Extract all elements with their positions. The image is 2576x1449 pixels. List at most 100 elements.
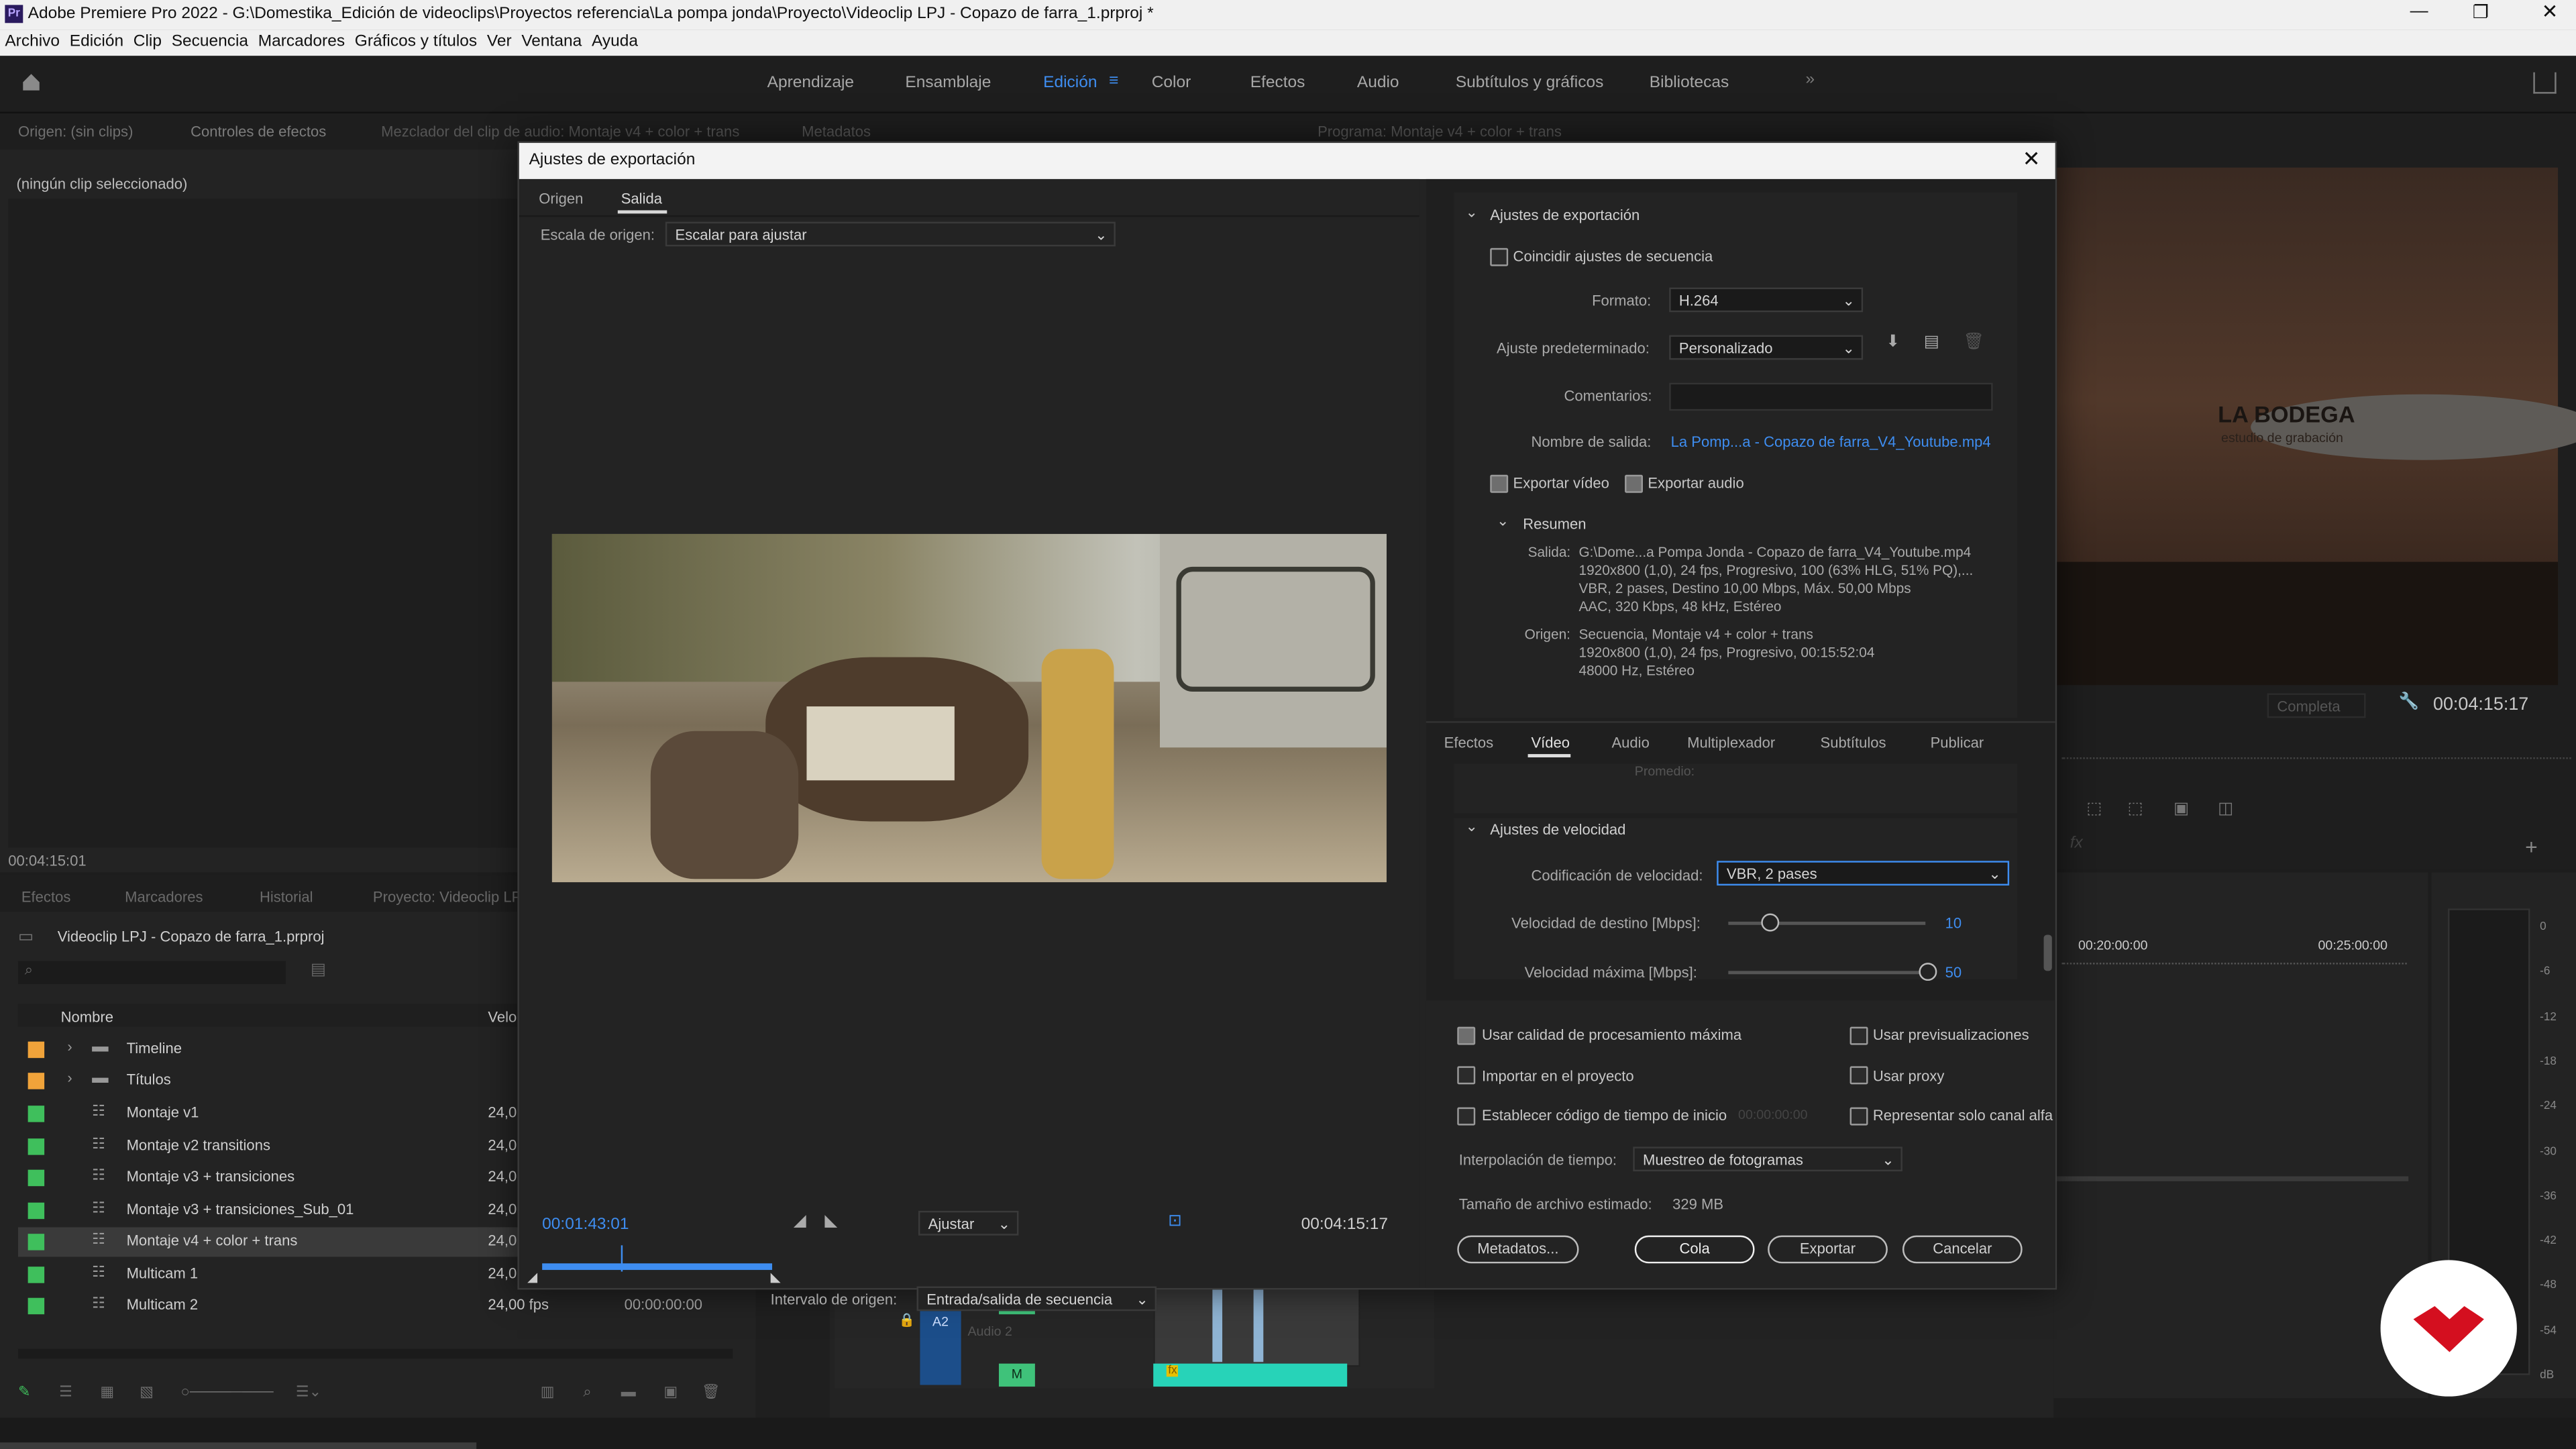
comments-field[interactable] [1669,382,1993,411]
tab-program[interactable]: Programa: Montaje v4 + color + trans [1318,123,1562,140]
range-dropdown[interactable]: Entrada/salida de secuencia ⌄ [916,1286,1157,1311]
audio-clip-2[interactable]: fx [1153,1363,1348,1387]
menu-archivo[interactable]: Archivo [5,33,60,51]
proxy-checkbox[interactable] [1849,1066,1868,1085]
mute-button-2[interactable]: M [998,1363,1035,1387]
tab-salida[interactable]: Salida [621,191,662,207]
mark-in-icon[interactable]: ◢ [794,1212,806,1230]
bitrate-collapse-icon[interactable]: ⌄ [1466,818,1478,837]
settings-scrollbar[interactable] [2043,934,2052,971]
bitrate-encoding-dropdown[interactable]: VBR, 2 pases ⌄ [1717,861,2010,886]
subtab-video[interactable]: Vídeo [1531,735,1570,751]
cancel-button[interactable]: Cancelar [1902,1235,2023,1264]
tab-effects[interactable]: Efectos [21,889,71,905]
menu-marcadores[interactable]: Marcadores [258,33,345,51]
export-video-checkbox[interactable] [1490,474,1509,493]
label-color-swatch[interactable] [28,1106,45,1122]
queue-button[interactable]: Cola [1634,1235,1755,1264]
label-color-swatch[interactable] [28,1169,45,1187]
interp-dropdown[interactable]: Muestreo de fotogramas ⌄ [1633,1146,1902,1172]
col-rate-header[interactable]: Velo [488,1009,517,1025]
maximize-icon[interactable]: ❐ [2473,1,2489,23]
metadata-button[interactable]: Metadatos... [1457,1235,1579,1264]
new-folder-icon[interactable]: ▬ [621,1383,636,1399]
dialog-close-icon[interactable]: ✕ [2023,146,2041,172]
home-icon[interactable] [19,70,42,93]
settings-wrench-icon[interactable]: 🔧 [2399,693,2419,711]
project-search-input[interactable] [17,961,286,984]
icon-view-icon[interactable]: ▦ [100,1383,114,1401]
import-preset-icon[interactable]: ▤ [1924,333,1939,352]
find-icon[interactable]: ⌕ [583,1383,591,1401]
mark-out-icon[interactable]: ◣ [824,1212,837,1230]
sort-icon[interactable]: ☰⌄ [296,1383,321,1401]
save-preset-icon[interactable]: ⬇ [1886,333,1900,352]
workspace-ensamblaje[interactable]: Ensamblaje [905,74,991,92]
label-color-swatch[interactable] [28,1138,45,1155]
workspace-edicion[interactable]: Edición [1043,74,1097,92]
minimize-icon[interactable]: — [2410,1,2428,21]
camera-icon[interactable]: ▣ [2174,800,2189,818]
in-point-icon[interactable]: ◢ [527,1270,537,1285]
add-button-icon[interactable]: + [2525,835,2538,859]
output-name-link[interactable]: La Pomp...a - Copazo de farra_V4_Youtube… [1671,434,1991,450]
max-bitrate-value[interactable]: 50 [1945,965,1962,981]
playhead[interactable] [621,1245,623,1272]
trash-icon[interactable]: 🗑 [702,1383,720,1401]
max-quality-checkbox[interactable] [1457,1026,1476,1045]
menu-ver[interactable]: Ver [487,33,512,51]
label-color-swatch[interactable] [28,1234,45,1250]
target-bitrate-slider[interactable] [1728,921,1926,925]
new-bin-icon[interactable]: ▤ [311,961,326,979]
col-name-header[interactable]: Nombre [61,1009,113,1025]
workspace-audio[interactable]: Audio [1357,74,1399,92]
workspace-subtitulos[interactable]: Subtítulos y gráficos [1456,74,1604,92]
menu-clip[interactable]: Clip [133,33,162,51]
list-view-icon[interactable]: ☰ [59,1383,72,1401]
list-item[interactable]: ☷ Multicam 2 24,00 fps 00:00:00:00 [18,1291,733,1321]
max-bitrate-slider[interactable] [1728,971,1926,975]
zoom-slider[interactable]: ○──────── [180,1383,273,1399]
extract-icon[interactable]: ⬚ [2127,800,2143,818]
subtab-efectos[interactable]: Efectos [1444,735,1494,751]
match-seq-checkbox[interactable] [1490,248,1509,266]
export-audio-checkbox[interactable] [1625,474,1643,493]
subtab-publicar[interactable]: Publicar [1931,735,1984,751]
menu-edicion[interactable]: Edición [70,33,123,51]
subtab-multiplexador[interactable]: Multiplexador [1687,735,1775,751]
fit-dropdown[interactable]: Ajustar ⌄ [918,1210,1019,1236]
automate-icon[interactable]: ▥ [541,1383,555,1401]
aspect-icon[interactable]: ⊡ [1168,1212,1182,1230]
tab-project[interactable]: Proyecto: Videoclip LPJ [373,889,529,905]
label-color-swatch[interactable] [28,1267,45,1283]
alpha-checkbox[interactable] [1849,1107,1868,1126]
tab-source[interactable]: Origen: (sin clips) [18,123,133,140]
out-point-icon[interactable]: ◣ [771,1270,781,1285]
menu-ventana[interactable]: Ventana [521,33,582,51]
subtab-subtitulos[interactable]: Subtítulos [1820,735,1886,751]
more-workspaces-icon[interactable]: » [1805,70,1815,89]
menu-ayuda[interactable]: Ayuda [592,33,638,51]
audio-clip[interactable] [1153,1286,1360,1367]
export-button[interactable]: Exportar [1768,1235,1888,1264]
workspace-aprendizaje[interactable]: Aprendizaje [767,74,854,92]
start-timecode-value[interactable]: 00:00:00:00 [1738,1108,1808,1122]
workspace-efectos[interactable]: Efectos [1250,74,1305,92]
freeform-view-icon[interactable]: ▧ [140,1383,154,1401]
range-bar[interactable] [542,1263,773,1271]
share-icon[interactable] [2533,72,2557,94]
compare-icon[interactable]: ◫ [2218,800,2233,818]
program-quality-dropdown[interactable]: Completa [2267,693,2366,718]
scale-dropdown[interactable]: Escalar para ajustar ⌄ [665,221,1116,247]
start-timecode-checkbox[interactable] [1457,1107,1476,1126]
summary-collapse-icon[interactable]: ⌄ [1497,513,1509,531]
lift-icon[interactable]: ⬚ [2086,800,2102,818]
import-project-checkbox[interactable] [1457,1066,1476,1085]
tab-markers[interactable]: Marcadores [125,889,203,905]
target-bitrate-value[interactable]: 10 [1945,915,1962,931]
menu-graficos[interactable]: Gráficos y títulos [355,33,477,51]
tab-metadata[interactable]: Metadatos [802,123,871,140]
label-color-swatch[interactable] [28,1073,45,1089]
format-dropdown[interactable]: H.264 ⌄ [1669,287,1864,313]
tab-audio-mixer[interactable]: Mezclador del clip de audio: Montaje v4 … [381,123,739,140]
